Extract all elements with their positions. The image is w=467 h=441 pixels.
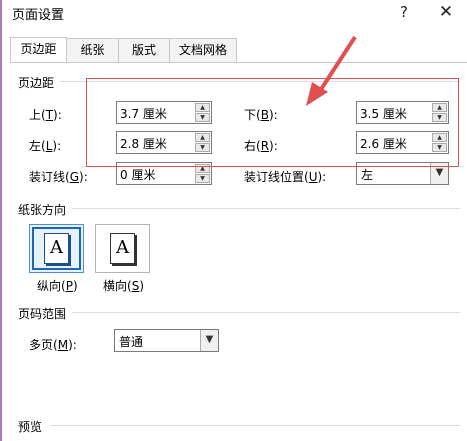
orientation-section-title: 纸张方向 [18, 203, 67, 217]
gutter-value[interactable]: 0 厘米 [120, 166, 155, 183]
tabstrip-baseline [10, 62, 467, 63]
annotation-highlight-box [86, 78, 459, 167]
landscape-label: 横向(S) [103, 279, 145, 293]
preview-separator [50, 425, 460, 426]
tab-paper[interactable]: 纸张 [66, 38, 119, 62]
chevron-down-icon[interactable]: ▼ [200, 330, 218, 351]
top-margin-label: 上(T): [29, 108, 62, 122]
multiple-pages-select[interactable]: 普通 ▼ [114, 329, 219, 352]
portrait-button[interactable]: A [29, 224, 84, 273]
tab-layout[interactable]: 版式 [118, 38, 170, 62]
window-left-border [0, 0, 2, 441]
left-margin-label: 左(L): [29, 139, 62, 153]
portrait-page-icon: A [44, 233, 69, 264]
landscape-button[interactable]: A [95, 224, 150, 273]
help-button[interactable]: ? [386, 0, 422, 26]
portrait-label: 纵向(P) [37, 279, 78, 293]
tab-margins[interactable]: 页边距 [10, 37, 67, 62]
spin-down-icon[interactable]: ▼ [195, 174, 210, 183]
landscape-page-icon: A [110, 233, 135, 264]
margins-section-title: 页边距 [18, 76, 55, 90]
close-button[interactable]: ✕ [428, 0, 464, 26]
annotation-arrow-icon [306, 35, 357, 106]
multiple-pages-value: 普通 [119, 335, 144, 349]
window-title: 页面设置 [12, 8, 65, 23]
tab-document-grid[interactable]: 文档网格 [169, 38, 237, 62]
title-bar: 页面设置 ? ✕ [2, 0, 467, 26]
gutter-label: 装订线(G): [29, 170, 88, 184]
pages-separator [72, 312, 460, 313]
orientation-separator [72, 208, 460, 209]
gutter-position-value: 左 [361, 168, 374, 182]
multiple-pages-label: 多页(M): [29, 338, 77, 352]
pages-section-title: 页码范围 [18, 307, 67, 321]
preview-section-title: 预览 [18, 420, 43, 434]
gutter-position-label: 装订线位置(U): [244, 170, 327, 184]
